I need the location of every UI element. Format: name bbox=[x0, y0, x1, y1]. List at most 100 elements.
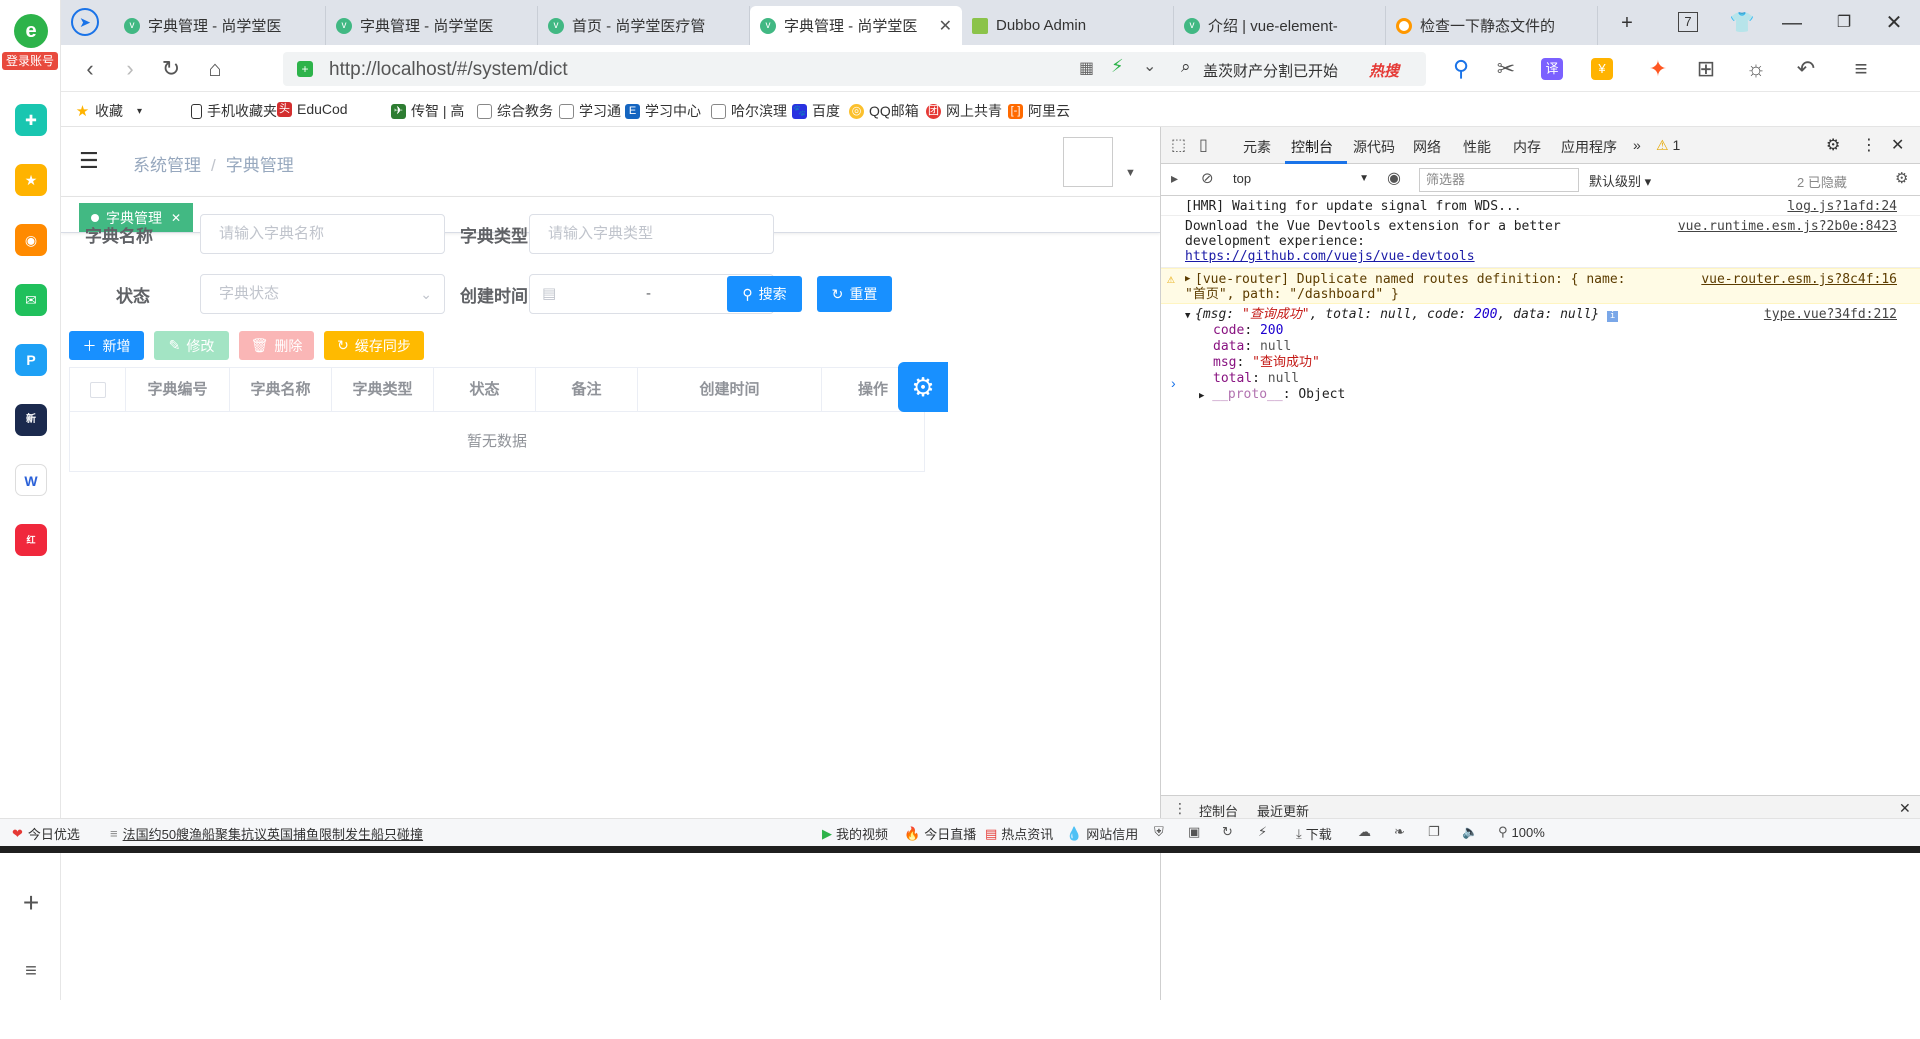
log-level-select[interactable]: 默认级别 ▾ bbox=[1589, 171, 1651, 190]
xiaohongshu-icon[interactable]: 红 bbox=[15, 524, 47, 556]
browser-tab[interactable]: v 首页 - 尚学堂医疗管 bbox=[538, 6, 750, 45]
cache-sync-button[interactable]: ↻ 缓存同步 bbox=[324, 331, 424, 360]
p-app-icon[interactable]: P bbox=[15, 344, 47, 376]
bookmark-study-center[interactable]: E 学习中心 bbox=[625, 101, 701, 121]
download[interactable]: ⤓ 下载 bbox=[1296, 824, 1332, 843]
browser-nav-compass-icon[interactable]: ➤ bbox=[71, 8, 99, 36]
login-account-button[interactable]: 登录账号 bbox=[2, 52, 58, 70]
translate-icon[interactable]: 译 bbox=[1541, 58, 1563, 80]
bookmark-mobile[interactable]: 手机收藏夹 bbox=[191, 101, 277, 121]
search-box[interactable]: ⌕ 盖茨财产分割已开始 热搜 bbox=[1171, 52, 1426, 86]
hot-news[interactable]: ▤ 热点资讯 bbox=[985, 824, 1053, 843]
bookmark-favorites[interactable]: ★ 收藏 ▾ bbox=[75, 101, 142, 121]
edit-button[interactable]: ✎ 修改 bbox=[154, 331, 229, 360]
search-button[interactable]: ⚲ 搜索 bbox=[727, 276, 802, 312]
source-link[interactable]: vue.runtime.esm.js?2b0e:8423 bbox=[1678, 219, 1897, 234]
select-all-checkbox[interactable] bbox=[90, 382, 106, 398]
close-drawer-icon[interactable]: ✕ bbox=[1899, 800, 1911, 817]
delete-button[interactable]: 🗑 删除 bbox=[239, 331, 314, 360]
settings-gear-icon[interactable]: ⚙ bbox=[898, 362, 948, 412]
expand-arrow-icon[interactable]: ▶ bbox=[1185, 272, 1190, 287]
new-tab-icon[interactable]: + bbox=[1614, 10, 1640, 36]
browser-logo-icon[interactable]: e bbox=[14, 14, 48, 48]
news-ticker[interactable]: ≡ 法国约50艘渔船聚集抗议英国捕鱼限制发生船只碰撞 bbox=[110, 824, 423, 843]
back-icon[interactable]: ‹ bbox=[75, 54, 105, 84]
browser-tab[interactable]: Dubbo Admin bbox=[962, 6, 1174, 45]
devtools-tab-performance[interactable]: 性能 bbox=[1463, 137, 1491, 157]
bookmark-xuexitong[interactable]: 学习通 bbox=[559, 101, 621, 121]
health-app-icon[interactable]: ✚ bbox=[15, 104, 47, 136]
browser-tab[interactable]: v 介绍 | vue-element- bbox=[1174, 6, 1386, 45]
browser-tab[interactable]: 检查一下静态文件的 bbox=[1386, 6, 1598, 45]
game-icon[interactable]: ✦ bbox=[1643, 54, 1673, 84]
bookmark-gongqing[interactable]: 团网上共青 bbox=[926, 101, 1002, 121]
apps-grid-icon[interactable]: ⊞ bbox=[1691, 54, 1721, 84]
add-button[interactable]: ＋新增 bbox=[69, 331, 144, 360]
devtools-tab-memory[interactable]: 内存 bbox=[1513, 137, 1541, 157]
browser-tab-active[interactable]: v 字典管理 - 尚学堂医 ✕ bbox=[750, 6, 962, 45]
collapse-arrow-icon[interactable]: ▼ bbox=[1185, 308, 1190, 324]
browser-tab[interactable]: v 字典管理 - 尚学堂医 bbox=[326, 6, 538, 45]
home-icon[interactable]: ⌂ bbox=[200, 54, 230, 84]
source-link[interactable]: type.vue?34fd:212 bbox=[1764, 307, 1897, 323]
volume-icon[interactable]: 🔈 bbox=[1462, 824, 1478, 840]
caret-down-icon[interactable]: ▼ bbox=[1125, 167, 1136, 179]
status-select[interactable]: 字典状态 ⌄ bbox=[200, 274, 445, 314]
scissors-icon[interactable]: ✂ bbox=[1491, 54, 1521, 84]
undo-icon[interactable]: ↶ bbox=[1791, 54, 1821, 84]
add-sidebar-item-icon[interactable]: + bbox=[18, 889, 44, 917]
filter-input[interactable]: 筛选器 bbox=[1419, 168, 1579, 192]
clear-console-icon[interactable]: ⊘ bbox=[1201, 169, 1214, 187]
drawer-menu-icon[interactable]: ⋮ bbox=[1173, 800, 1187, 817]
devtools-tab-sources[interactable]: 源代码 bbox=[1353, 137, 1395, 157]
zoom-level[interactable]: ⚲ 100% bbox=[1498, 824, 1545, 840]
column-header[interactable]: 字典编号 bbox=[126, 368, 230, 412]
sidebar-toggle-icon[interactable]: ▸ bbox=[1171, 170, 1178, 187]
today-live[interactable]: 🔥 今日直播 bbox=[904, 824, 976, 843]
minimize-icon[interactable]: — bbox=[1779, 10, 1805, 36]
dict-type-input[interactable]: 请输入字典类型 bbox=[529, 214, 774, 254]
lightning-icon[interactable]: ⚡ bbox=[1111, 56, 1124, 77]
devtools-tab-application[interactable]: 应用程序 bbox=[1561, 137, 1617, 157]
console-prompt-icon[interactable]: › bbox=[1171, 375, 1176, 391]
brightness-icon[interactable]: ☼ bbox=[1741, 54, 1771, 84]
object-proto[interactable]: ▶ __proto__: Object bbox=[1185, 387, 1920, 404]
browser-tab[interactable]: v 字典管理 - 尚学堂医 bbox=[114, 6, 326, 45]
more-options-icon[interactable]: ⋮ bbox=[1861, 135, 1877, 155]
device-toggle-icon[interactable]: ▯ bbox=[1199, 135, 1208, 155]
reload-icon[interactable]: ↻ bbox=[156, 54, 186, 84]
column-header[interactable]: 创建时间 bbox=[638, 368, 822, 412]
reset-button[interactable]: ↻ 重置 bbox=[817, 276, 892, 312]
site-credit[interactable]: 💧 网站信用 bbox=[1066, 824, 1138, 843]
accelerate-icon[interactable]: ⚡ bbox=[1258, 824, 1267, 840]
mail-icon[interactable]: ✉ bbox=[15, 284, 47, 316]
bookmark-chuanzhi[interactable]: ✈ 传智 | 高 bbox=[391, 101, 464, 121]
today-picks[interactable]: ❤ 今日优选 bbox=[12, 824, 80, 843]
more-tabs-icon[interactable]: » bbox=[1633, 137, 1641, 153]
bookmark-baidu[interactable]: 🐾 百度 bbox=[792, 101, 840, 121]
coupon-shield-icon[interactable]: ¥ bbox=[1591, 58, 1613, 80]
column-header[interactable]: 字典类型 bbox=[332, 368, 434, 412]
dict-name-input[interactable]: 请输入字典名称 bbox=[200, 214, 445, 254]
word-doc-icon[interactable]: W bbox=[15, 464, 47, 496]
source-link[interactable]: log.js?1afd:24 bbox=[1787, 199, 1897, 214]
address-bar[interactable]: + http://localhost/#/system/dict ▦ ⚡ ⌄ bbox=[283, 52, 1183, 86]
devtools-link[interactable]: https://github.com/vuejs/vue-devtools bbox=[1185, 249, 1920, 264]
console-settings-icon[interactable]: ⚙ bbox=[1895, 169, 1908, 187]
column-header[interactable]: 备注 bbox=[536, 368, 638, 412]
skin-shirt-icon[interactable]: 👕 bbox=[1729, 10, 1755, 36]
menu-icon[interactable]: ≡ bbox=[1846, 54, 1876, 84]
source-link[interactable]: vue-router.esm.js?8c4f:16 bbox=[1701, 272, 1897, 287]
devtools-tab-network[interactable]: 网络 bbox=[1413, 137, 1441, 157]
bookmark-educoder[interactable]: 头 EduCod bbox=[277, 101, 348, 117]
inspect-element-icon[interactable]: ⬚ bbox=[1171, 135, 1186, 155]
breadcrumb-item[interactable]: 系统管理 bbox=[133, 156, 201, 175]
devtools-tab-console[interactable]: 控制台 bbox=[1291, 137, 1333, 157]
avatar[interactable] bbox=[1063, 137, 1113, 187]
sidebar-menu-icon[interactable]: ≡ bbox=[20, 960, 42, 982]
context-select[interactable]: top ▼ bbox=[1227, 166, 1375, 192]
close-window-icon[interactable]: ✕ bbox=[1881, 10, 1907, 36]
cloud-icon[interactable]: ☁ bbox=[1358, 824, 1371, 840]
bookmark-qqmail[interactable]: ◎ QQ邮箱 bbox=[849, 101, 919, 121]
news-app-icon[interactable]: 新 bbox=[15, 404, 47, 436]
